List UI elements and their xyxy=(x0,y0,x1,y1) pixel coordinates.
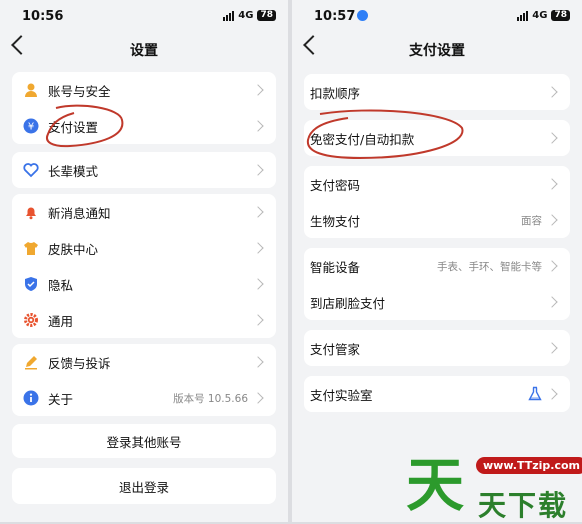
status-bar: 10:57 4G 78 xyxy=(292,8,582,26)
item-label: 新消息通知 xyxy=(48,205,111,221)
person-icon xyxy=(22,81,40,99)
payment-item-biometric[interactable]: 生物支付 面容 xyxy=(304,202,570,238)
settings-screen: 10:56 4G 78 设置 账号与安全 ¥ 支付设置 长辈模式 新消息通知 皮… xyxy=(0,0,288,522)
devices-value: 手表、手环、智能卡等 xyxy=(437,260,542,273)
settings-group-elder: 长辈模式 xyxy=(12,152,276,188)
watermark-big-char: 天 xyxy=(406,451,465,519)
chevron-right-icon xyxy=(252,278,264,290)
item-label: 扣款顺序 xyxy=(310,85,361,101)
chevron-right-icon xyxy=(546,260,558,272)
yuan-icon: ¥ xyxy=(22,117,40,135)
chevron-right-icon xyxy=(252,164,264,176)
network-label: 4G xyxy=(532,10,548,21)
chevron-right-icon xyxy=(546,342,558,354)
chevron-right-icon xyxy=(546,388,558,400)
settings-group-general: 新消息通知 皮肤中心 隐私 通用 xyxy=(12,194,276,338)
item-label: 支付管家 xyxy=(310,341,361,357)
item-label: 反馈与投诉 xyxy=(48,355,111,371)
shirt-icon xyxy=(22,239,40,257)
settings-item-about[interactable]: 关于 版本号 10.5.66 xyxy=(12,380,276,416)
payment-item-smart-devices[interactable]: 智能设备 手表、手环、智能卡等 xyxy=(304,248,570,284)
item-label: 隐私 xyxy=(48,277,74,293)
item-label: 通用 xyxy=(48,313,74,329)
svg-text:¥: ¥ xyxy=(28,122,34,133)
payment-group-manager: 支付管家 xyxy=(304,330,570,366)
chevron-right-icon xyxy=(252,84,264,96)
payment-group-lab: 支付实验室 xyxy=(304,376,570,412)
item-label: 智能设备 xyxy=(310,259,361,275)
heart-icon xyxy=(22,161,40,179)
page-title: 支付设置 xyxy=(409,43,465,59)
item-label: 到店刷脸支付 xyxy=(310,295,386,311)
item-label: 支付实验室 xyxy=(310,387,373,403)
payment-group-security: 支付密码 生物支付 面容 xyxy=(304,166,570,238)
chevron-right-icon xyxy=(252,120,264,132)
watermark-text: 天下载 xyxy=(478,489,569,522)
button-label: 退出登录 xyxy=(118,479,169,495)
watermark-url: www.TTzip.com xyxy=(476,457,582,474)
payment-group-order: 扣款顺序 xyxy=(304,74,570,110)
payment-item-password[interactable]: 支付密码 xyxy=(304,166,570,202)
info-icon xyxy=(22,389,40,407)
payment-item-lab[interactable]: 支付实验室 xyxy=(304,376,570,412)
settings-item-notifications[interactable]: 新消息通知 xyxy=(12,194,276,230)
status-time: 10:56 xyxy=(22,9,64,24)
signal-icon xyxy=(517,10,529,21)
item-label: 关于 xyxy=(48,391,74,407)
item-label: 长辈模式 xyxy=(48,163,99,179)
chevron-right-icon xyxy=(546,214,558,226)
page-title: 设置 xyxy=(130,43,158,59)
settings-item-skin[interactable]: 皮肤中心 xyxy=(12,230,276,266)
chevron-right-icon xyxy=(252,392,264,404)
chevron-right-icon xyxy=(546,178,558,190)
gear-icon xyxy=(22,311,40,329)
login-other-account-button[interactable]: 登录其他账号 xyxy=(12,424,276,458)
settings-item-elder-mode[interactable]: 长辈模式 xyxy=(12,152,276,188)
item-label: 免密支付/自动扣款 xyxy=(310,131,415,147)
button-label: 登录其他账号 xyxy=(106,434,182,450)
settings-group-account: 账号与安全 ¥ 支付设置 xyxy=(12,72,276,144)
status-bar: 10:56 4G 78 xyxy=(0,8,288,26)
bell-icon xyxy=(22,203,40,221)
payment-item-manager[interactable]: 支付管家 xyxy=(304,330,570,366)
chevron-right-icon xyxy=(546,86,558,98)
payment-item-no-password[interactable]: 免密支付/自动扣款 xyxy=(304,120,570,156)
item-label: 支付密码 xyxy=(310,177,361,193)
chevron-right-icon xyxy=(252,206,264,218)
settings-item-payment[interactable]: ¥ 支付设置 xyxy=(12,108,276,144)
item-label: 生物支付 xyxy=(310,213,361,229)
item-label: 账号与安全 xyxy=(48,83,111,99)
biometric-value: 面容 xyxy=(521,214,542,227)
logout-button[interactable]: 退出登录 xyxy=(12,468,276,504)
chevron-right-icon xyxy=(252,242,264,254)
location-icon xyxy=(357,10,369,21)
chevron-right-icon xyxy=(252,314,264,326)
payment-item-face-pay[interactable]: 到店刷脸支付 xyxy=(304,284,570,320)
chevron-right-icon xyxy=(546,296,558,308)
payment-item-deduction-order[interactable]: 扣款顺序 xyxy=(304,74,570,110)
watermark-logo: 天 www.TTzip.com 天下载 xyxy=(398,440,582,522)
payment-group-devices: 智能设备 手表、手环、智能卡等 到店刷脸支付 xyxy=(304,248,570,320)
item-label: 支付设置 xyxy=(48,119,99,135)
settings-item-feedback[interactable]: 反馈与投诉 xyxy=(12,344,276,380)
payment-group-nopassword: 免密支付/自动扣款 xyxy=(304,120,570,156)
network-label: 4G xyxy=(238,10,254,21)
status-time: 10:57 xyxy=(314,9,369,24)
version-value: 版本号 10.5.66 xyxy=(173,392,248,405)
signal-icon xyxy=(223,10,235,21)
settings-item-privacy[interactable]: 隐私 xyxy=(12,266,276,302)
settings-item-account-security[interactable]: 账号与安全 xyxy=(12,72,276,108)
pencil-icon xyxy=(22,353,40,371)
settings-group-about: 反馈与投诉 关于 版本号 10.5.66 xyxy=(12,344,276,416)
shield-icon xyxy=(22,275,40,293)
item-label: 皮肤中心 xyxy=(48,241,99,257)
settings-item-general[interactable]: 通用 xyxy=(12,302,276,338)
chevron-right-icon xyxy=(546,132,558,144)
chevron-right-icon xyxy=(252,356,264,368)
nav-bar: 设置 xyxy=(0,35,288,62)
flask-icon xyxy=(526,385,544,403)
nav-bar: 支付设置 xyxy=(292,35,582,62)
battery-icon: 78 xyxy=(257,10,276,21)
battery-icon: 78 xyxy=(551,10,570,21)
